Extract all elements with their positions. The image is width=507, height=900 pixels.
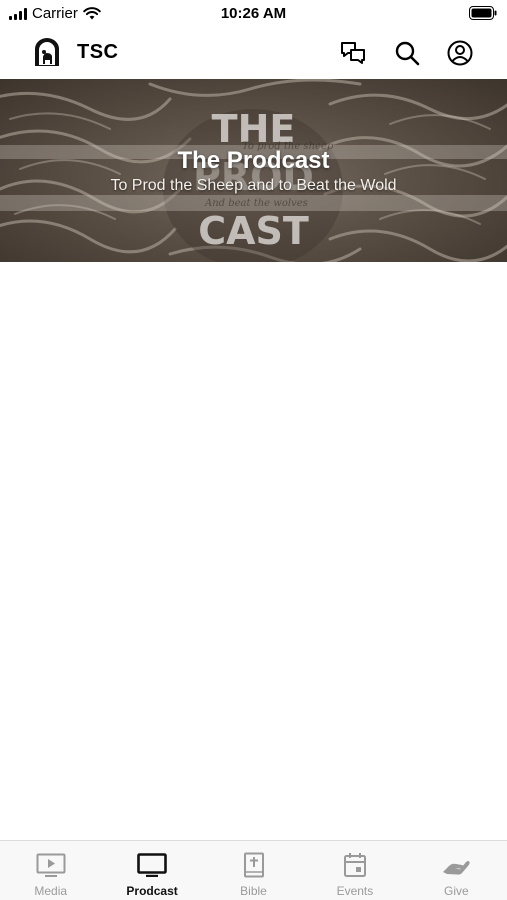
play-icon xyxy=(36,851,66,879)
tab-events[interactable]: Events xyxy=(304,841,405,900)
tab-prodcast[interactable]: Prodcast xyxy=(101,841,202,900)
tv-icon xyxy=(137,851,167,879)
prodcast-hero-banner[interactable]: THE PROD CAST To prod the sheep And beat… xyxy=(0,79,507,262)
hand-icon xyxy=(441,851,471,879)
artwork-script-bottom: And beat the wolves xyxy=(205,198,308,209)
calendar-icon xyxy=(340,851,370,879)
church-logo-icon xyxy=(33,37,61,67)
tab-label: Events xyxy=(336,884,374,898)
battery-icon xyxy=(469,6,497,25)
tab-label: Bible xyxy=(240,884,267,898)
tab-bible[interactable]: Bible xyxy=(203,841,304,900)
search-icon[interactable] xyxy=(392,38,422,68)
artwork-word-cast: CAST xyxy=(198,209,309,253)
app-title: TSC xyxy=(77,41,119,63)
tab-media[interactable]: Media xyxy=(0,841,101,900)
status-bar: Carrier 10:26 AM xyxy=(0,0,507,28)
profile-icon[interactable] xyxy=(445,38,475,68)
chat-icon[interactable] xyxy=(338,38,368,68)
bottom-tab-bar: Media Prodcast Bible Events Give xyxy=(0,840,507,900)
tab-label: Prodcast xyxy=(126,884,178,898)
app-header: TSC xyxy=(0,28,507,78)
hero-title: The Prodcast xyxy=(177,147,330,174)
tab-label: Media xyxy=(34,884,68,898)
hero-subtitle: To Prod the Sheep and to Beat the Wold xyxy=(110,177,397,194)
tab-label: Give xyxy=(443,884,469,898)
bible-icon xyxy=(239,851,269,879)
status-time: 10:26 AM xyxy=(220,5,287,22)
tab-give[interactable]: Give xyxy=(406,841,507,900)
